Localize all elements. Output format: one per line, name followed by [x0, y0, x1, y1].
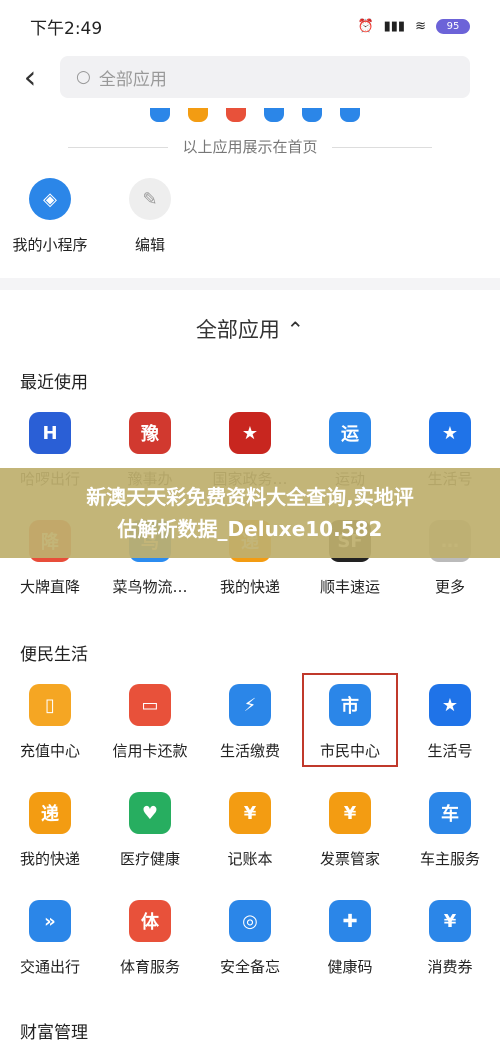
app-tile[interactable]: 递我的快递 — [0, 792, 100, 869]
battery-icon: 95 — [436, 18, 470, 34]
app-label: 充值中心 — [19, 742, 80, 760]
life-row-2: 递我的快递 ♥ 医疗健康 ¥ 记账本 ¥ 发票管家 车车主服务 — [0, 792, 500, 869]
app-icon: ★ — [229, 412, 271, 454]
app-tile[interactable]: ¥ 记账本 — [200, 792, 300, 869]
app-icon: ★ — [429, 412, 471, 454]
back-icon[interactable]: ‹ — [0, 58, 60, 96]
app-tile[interactable]: 体体育服务 — [100, 900, 200, 977]
search-icon: ○ — [76, 67, 91, 87]
app-icon: 运 — [329, 412, 371, 454]
app-tile[interactable]: ▭ 信用卡还款 — [100, 684, 200, 761]
app-label: 安全备忘 — [219, 958, 280, 976]
app-label: 菜鸟物流… — [112, 578, 188, 596]
all-apps-section: 全部应用 ⌃ 最近使用 H哈啰出行豫豫事办★国家政务…运运动★生活号 降大牌直降… — [0, 290, 500, 1043]
app-icon: ▯ — [29, 684, 71, 726]
all-apps-title[interactable]: 全部应用 ⌃ — [0, 314, 500, 344]
app-icon: 体 — [129, 900, 171, 942]
app-icon: ▭ — [129, 684, 171, 726]
app-tile[interactable]: ⚡ 生活缴费 — [200, 684, 300, 761]
app-label: 信用卡还款 — [112, 742, 188, 760]
status-icons: ⏰ ▮▮▮ ≋ 95 — [357, 18, 470, 34]
status-bar: 下午2:49 ⏰ ▮▮▮ ≋ 95 — [0, 0, 500, 52]
app-label: 体育服务 — [119, 958, 180, 976]
app-icon: ♥ — [129, 792, 171, 834]
app-label: 我的小程序 — [12, 236, 88, 254]
watermark-overlay: 新澳天天彩免费资料大全查询,实地评 估解析数据_Deluxe10.582 — [0, 468, 500, 558]
search-placeholder: 全部应用 — [98, 69, 167, 90]
app-label: 车主服务 — [419, 850, 480, 868]
app-icon: ✚ — [329, 900, 371, 942]
app-tile[interactable]: ★ 生活号 — [400, 684, 500, 761]
chevron-up-icon: ⌃ — [286, 318, 305, 342]
app-label: 记账本 — [227, 850, 273, 868]
category-recent: 最近使用 — [20, 373, 88, 393]
edit-icon: ✎ — [129, 178, 171, 220]
app-label: 交通出行 — [19, 958, 80, 976]
app-icon: 递 — [29, 792, 71, 834]
app-tile[interactable]: ✚ 健康码 — [300, 900, 400, 977]
partial-icons — [150, 108, 360, 122]
section-gap — [0, 278, 500, 290]
app-label: 顺丰速运 — [319, 578, 380, 596]
edit-button[interactable]: ✎ 编辑 — [100, 178, 200, 255]
app-label: 发票管家 — [319, 850, 380, 868]
app-icon: ¥ — [429, 900, 471, 942]
app-tile[interactable]: » 交通出行 — [0, 900, 100, 977]
category-last: 财富管理 — [20, 1023, 88, 1043]
app-label: 大牌直降 — [19, 578, 80, 596]
app-tile[interactable]: ♥ 医疗健康 — [100, 792, 200, 869]
app-label: 消费券 — [427, 958, 473, 976]
search-input[interactable]: ○ 全部应用 — [60, 56, 470, 98]
status-time: 下午2:49 — [30, 18, 103, 39]
app-label: 医疗健康 — [119, 850, 180, 868]
wifi-icon: ≋ — [415, 18, 426, 34]
app-icon: ⚡ — [229, 684, 271, 726]
highlight-box — [302, 673, 398, 767]
app-icon: H — [29, 412, 71, 454]
overlay-line-2: 估解析数据_Deluxe10.582 — [117, 517, 383, 541]
app-icon: 豫 — [129, 412, 171, 454]
category-life: 便民生活 — [20, 645, 88, 665]
app-label: 更多 — [434, 578, 465, 596]
app-label: 我的快递 — [219, 578, 280, 596]
app-icon: ¥ — [229, 792, 271, 834]
life-row-1: ▯ 充值中心 ▭ 信用卡还款 ⚡ 生活缴费市市民中心 ★ 生活号 — [0, 684, 500, 761]
home-apps-section: 以上应用展示在首页 ◈ 我的小程序 ✎ 编辑 — [0, 108, 500, 278]
app-label: 编辑 — [134, 236, 165, 254]
app-tile[interactable]: 车车主服务 — [400, 792, 500, 869]
life-row-3: » 交通出行 体体育服务 ◎ 安全备忘 ✚ 健康码 ¥ 消费券 — [0, 900, 500, 977]
app-tile[interactable]: ¥ 发票管家 — [300, 792, 400, 869]
app-label: 我的快递 — [19, 850, 80, 868]
app-tile[interactable]: ¥ 消费券 — [400, 900, 500, 977]
app-icon: 车 — [429, 792, 471, 834]
app-icon: » — [29, 900, 71, 942]
app-tile[interactable]: ◎ 安全备忘 — [200, 900, 300, 977]
overlay-line-1: 新澳天天彩免费资料大全查询,实地评 — [86, 485, 414, 509]
app-icon: ¥ — [329, 792, 371, 834]
app-label: 生活缴费 — [219, 742, 280, 760]
app-icon: ◎ — [229, 900, 271, 942]
app-mini-program[interactable]: ◈ 我的小程序 — [0, 178, 100, 255]
app-label: 生活号 — [427, 742, 473, 760]
signal-icon: ▮▮▮ — [383, 18, 406, 34]
home-divider-text: 以上应用展示在首页 — [0, 136, 500, 157]
app-icon: ★ — [429, 684, 471, 726]
mini-program-icon: ◈ — [29, 178, 71, 220]
app-tile[interactable]: ▯ 充值中心 — [0, 684, 100, 761]
alarm-icon: ⏰ — [357, 18, 374, 34]
app-label: 健康码 — [327, 958, 373, 976]
top-bar: ‹ ○ 全部应用 — [0, 52, 500, 102]
